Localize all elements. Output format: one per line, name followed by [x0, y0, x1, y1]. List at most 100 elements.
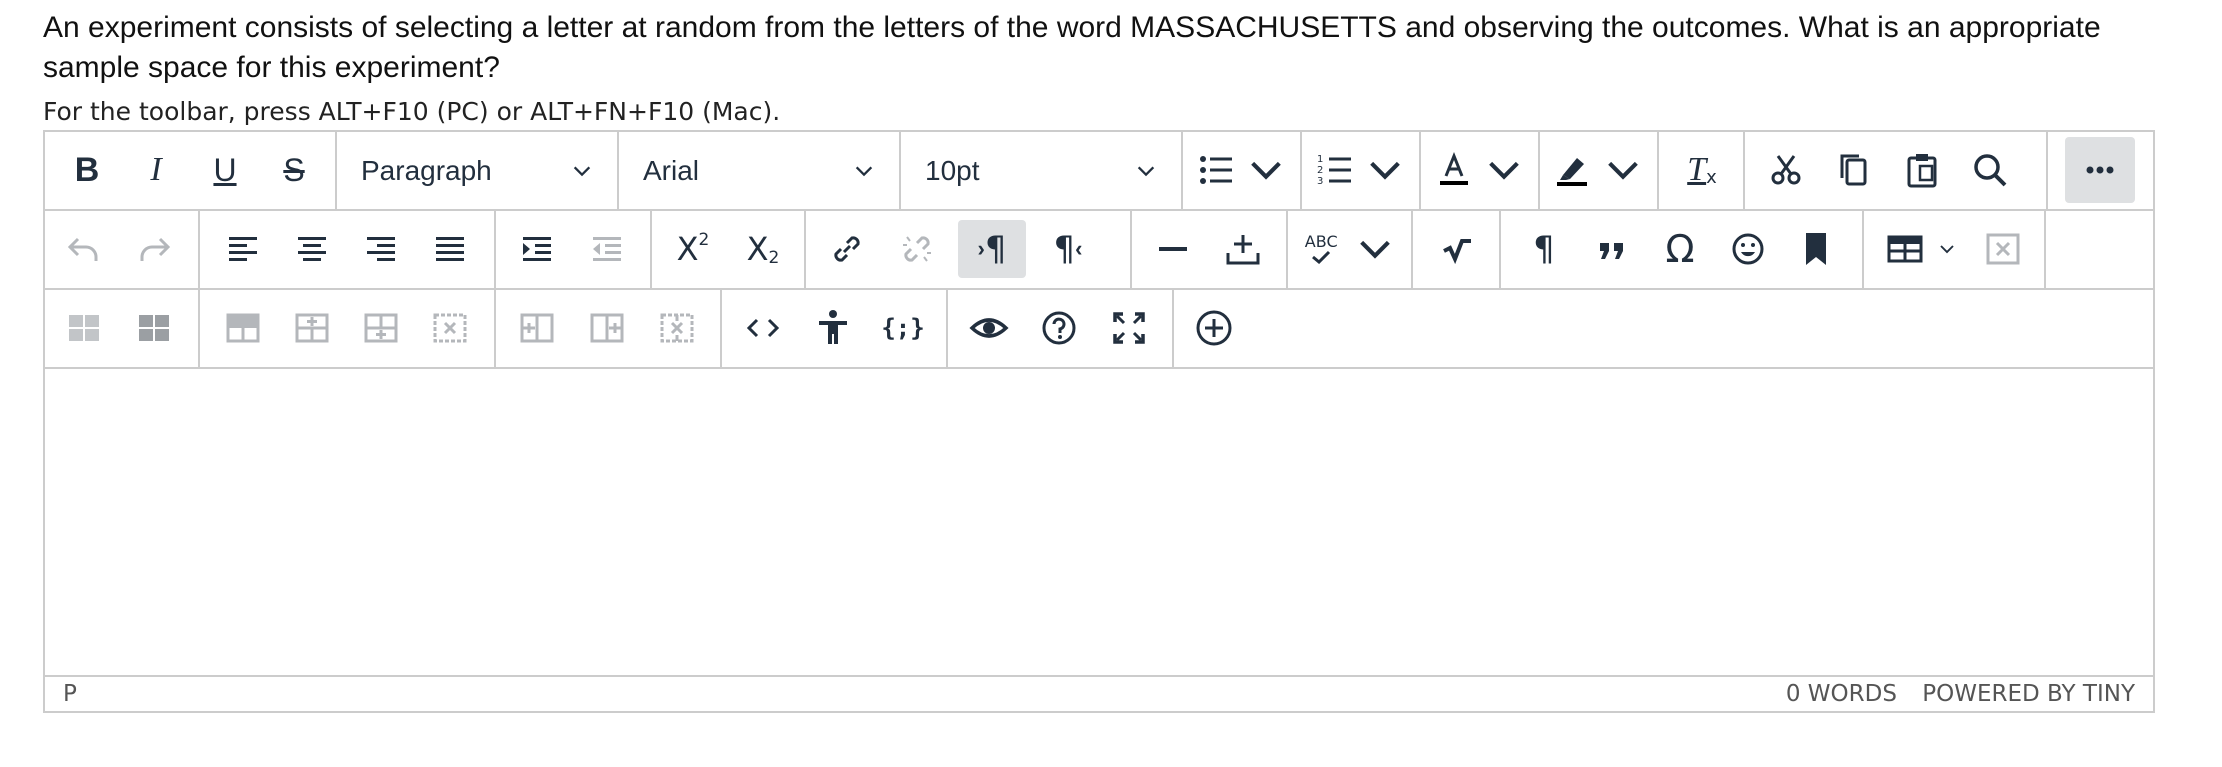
bookmark-button[interactable]	[1787, 220, 1845, 278]
accessibility-checker-button[interactable]	[804, 299, 862, 357]
superscript-label: X	[676, 230, 699, 268]
insert-row-before-button[interactable]	[283, 299, 341, 357]
table-row-properties-button[interactable]	[214, 299, 272, 357]
undo-icon	[67, 237, 98, 261]
underline-button[interactable]: U	[196, 141, 254, 199]
cut-button[interactable]	[1757, 141, 1815, 199]
justify-button[interactable]	[421, 220, 479, 278]
table-properties-button[interactable]	[55, 299, 113, 357]
insert-column-after-icon	[590, 313, 624, 343]
redo-button[interactable]	[125, 220, 183, 278]
fullscreen-icon	[1113, 312, 1145, 344]
superscript-mark: 2	[698, 230, 710, 250]
highlight-color-button[interactable]	[1548, 141, 1648, 199]
table-cell-properties-button[interactable]	[125, 299, 183, 357]
underline-label: U	[213, 151, 237, 188]
indent-icon	[523, 237, 551, 261]
code-sample-label: {;}	[881, 314, 925, 342]
smiley-icon	[1732, 233, 1764, 265]
bullet-list-icon	[1200, 156, 1232, 184]
table-icon	[1887, 235, 1922, 263]
strikethrough-button[interactable]: S	[265, 141, 323, 199]
block-format-dropdown[interactable]: Paragraph	[337, 132, 619, 209]
insert-row-before-icon	[295, 313, 329, 343]
paste-button[interactable]	[1893, 141, 1951, 199]
math-equation-button[interactable]	[1428, 220, 1486, 278]
fullscreen-button[interactable]	[1100, 299, 1158, 357]
svg-text:2: 2	[1317, 165, 1323, 176]
bold-label: B	[74, 150, 100, 189]
outdent-button[interactable]	[578, 220, 636, 278]
subscript-mark: 2	[768, 248, 780, 268]
status-bar: P 0 WORDS POWERED BY TINY	[45, 675, 2153, 711]
insert-button[interactable]	[1214, 220, 1272, 278]
help-button[interactable]	[1030, 299, 1088, 357]
rtl-button[interactable]: ¶ ‹	[1034, 220, 1102, 278]
powered-by-link[interactable]: POWERED BY TINY	[1922, 681, 2135, 707]
undo-button[interactable]	[55, 220, 113, 278]
clear-formatting-mark: x	[1706, 166, 1717, 188]
delete-column-button[interactable]	[648, 299, 706, 357]
font-family-dropdown[interactable]: Arial	[619, 132, 901, 209]
align-left-button[interactable]	[214, 220, 272, 278]
emoticons-button[interactable]	[1719, 220, 1777, 278]
delete-row-button[interactable]	[421, 299, 479, 357]
code-sample-button[interactable]: {;}	[874, 299, 932, 357]
outdent-icon	[593, 237, 621, 261]
align-left-icon	[229, 237, 257, 261]
quote-icon	[1600, 243, 1623, 259]
editor-content-area[interactable]	[45, 369, 2153, 675]
horizontal-rule-button[interactable]	[1144, 220, 1202, 278]
bullet-list-button[interactable]	[1191, 141, 1291, 199]
subscript-button[interactable]: X2	[734, 220, 792, 278]
ltr-button[interactable]: › ¶	[958, 220, 1026, 278]
rtl-arrow-icon: ‹	[1075, 236, 1083, 261]
blockquote-button[interactable]	[1583, 220, 1641, 278]
link-direction-group: › ¶ ¶ ‹	[806, 211, 1132, 288]
view-group	[948, 290, 1174, 367]
more-toolbar-button[interactable]	[2065, 137, 2135, 203]
source-code-button[interactable]	[734, 299, 792, 357]
align-center-button[interactable]	[283, 220, 341, 278]
table-row-group	[200, 290, 496, 367]
spellcheck-label: ABC	[1304, 232, 1338, 251]
numbered-list-button[interactable]: 123	[1310, 141, 1410, 199]
insert-column-before-button[interactable]	[508, 299, 566, 357]
element-path[interactable]: P	[63, 681, 77, 707]
help-icon	[1042, 311, 1076, 345]
find-replace-button[interactable]	[1961, 141, 2019, 199]
preview-button[interactable]	[960, 299, 1018, 357]
subscript-label: X	[746, 230, 769, 268]
indent-button[interactable]	[508, 220, 566, 278]
text-color-button[interactable]	[1429, 141, 1529, 199]
word-count[interactable]: 0 WORDS	[1786, 681, 1897, 707]
delete-table-button[interactable]	[1974, 220, 2032, 278]
code-group: {;}	[722, 290, 948, 367]
omega-label: Ω	[1665, 227, 1695, 271]
insert-column-after-button[interactable]	[578, 299, 636, 357]
horizontal-line-icon	[1159, 247, 1187, 251]
insert-link-button[interactable]	[818, 220, 876, 278]
bold-button[interactable]: B	[58, 141, 116, 199]
special-character-button[interactable]: Ω	[1651, 220, 1709, 278]
alignment-group	[200, 211, 496, 288]
clear-formatting-button[interactable]: Tx	[1673, 141, 1731, 199]
add-content-button[interactable]	[1185, 299, 1243, 357]
code-icon	[746, 318, 780, 338]
superscript-button[interactable]: X2	[664, 220, 722, 278]
italic-button[interactable]: I	[127, 141, 185, 199]
remove-link-button[interactable]	[888, 220, 946, 278]
copy-button[interactable]	[1825, 141, 1883, 199]
insert-row-after-button[interactable]	[352, 299, 410, 357]
clear-formatting-label: T	[1687, 151, 1707, 188]
copy-icon	[1840, 154, 1867, 186]
table-button[interactable]	[1878, 220, 1962, 278]
spellcheck-icon: ABC	[1305, 234, 1338, 264]
align-right-button[interactable]	[352, 220, 410, 278]
delete-row-icon	[433, 313, 467, 343]
accessibility-icon	[819, 310, 847, 344]
align-right-icon	[367, 237, 395, 261]
spellcheck-button[interactable]: ABC	[1296, 220, 1404, 278]
font-size-dropdown[interactable]: 10pt	[901, 132, 1183, 209]
paragraph-mark-button[interactable]: ¶	[1515, 220, 1573, 278]
